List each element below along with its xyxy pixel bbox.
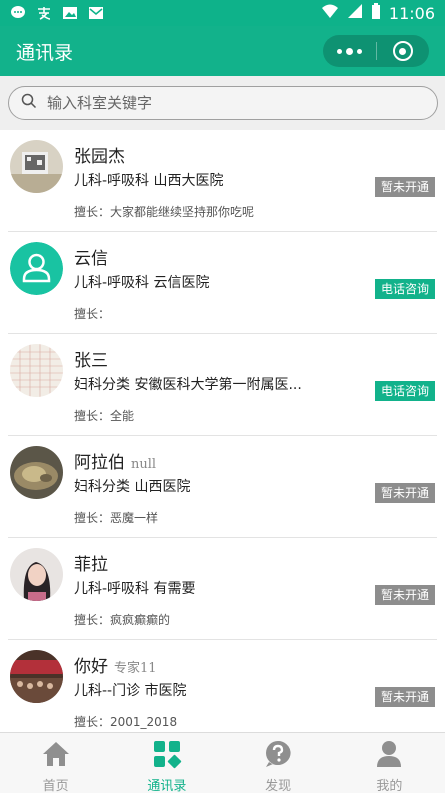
close-target-icon [392,41,413,61]
contact-name: 云信 [74,249,108,269]
search-input[interactable] [47,94,407,112]
avatar [10,140,63,193]
avatar [10,650,63,703]
contact-department: 妇科分类 安徽医科大学第一附属医... [74,377,302,393]
tab-label: 首页 [42,779,69,794]
phone-consult-button[interactable]: 电话咨询 [374,279,435,299]
contact-name: 你好 专家11 [74,657,157,677]
contact-name: 张园杰 [74,147,125,167]
battery-icon [371,3,381,23]
tab-discover[interactable]: 发现 [223,733,334,794]
search-icon [21,93,37,113]
phone-consult-button[interactable]: 电话咨询 [374,381,435,401]
tab-mine[interactable]: 我的 [334,733,445,794]
alipay-icon [36,5,52,21]
contact-name: 张三 [74,351,108,371]
contact-department: 妇科分类 山西医院 [74,479,191,495]
contact-expertise: 擅长：2001_2018 [74,715,178,729]
more-dots-icon [336,47,362,55]
contact-name: 阿拉伯 null [74,453,157,473]
contact-department: 儿科-呼吸科 山西大医院 [74,173,224,189]
status-badge[interactable]: 暂未开通 [374,687,435,707]
contact-department: 儿科-呼吸科 有需要 [74,581,196,597]
avatar [10,548,63,601]
contact-expertise: 擅长：大家都能继续坚持那你吃呢 [74,205,255,219]
list-item[interactable]: 云信 儿科-呼吸科 云信医院 擅长： 电话咨询 [8,232,437,334]
clock-time: 11:06 [388,3,435,23]
tab-home[interactable]: 首页 [0,733,111,794]
list-item[interactable]: 你好 专家11 儿科--门诊 市医院 擅长：2001_2018 暂未开通 [8,640,437,732]
contact-department: 儿科--门诊 市医院 [74,683,187,699]
status-badge[interactable]: 暂未开通 [374,177,435,197]
avatar [10,344,63,397]
image-icon [62,5,78,21]
page-title: 通讯录 [16,41,74,64]
nav-bar: 通讯录 [0,26,445,76]
wifi-icon [321,3,339,23]
user-icon [374,739,404,773]
contact-expertise: 擅长：恶魔一样 [74,511,159,525]
question-icon [263,739,293,773]
status-bar: 11:06 [0,0,445,26]
tab-label: 发现 [265,779,292,794]
contact-list: 张园杰 儿科-呼吸科 山西大医院 擅长：大家都能继续坚持那你吃呢 暂未开通 云信… [0,130,445,732]
contact-name-extra: 专家11 [114,661,157,676]
contact-expertise: 擅长：疯疯癫癫的 [74,613,171,627]
tab-contacts[interactable]: 通讯录 [111,733,222,794]
contact-expertise: 擅长：全能 [74,409,135,423]
tab-label: 通讯录 [147,779,187,794]
mail-icon [88,5,104,21]
bottom-tab-bar: 首页 通讯录 发现 我的 [0,732,445,794]
contact-name: 菲拉 [74,555,108,575]
chat-bubble-icon [10,5,26,21]
menu-capsule [323,35,429,67]
search-box[interactable] [8,86,438,120]
default-user-avatar-icon [10,242,63,295]
more-button[interactable] [323,35,376,67]
status-badge[interactable]: 暂未开通 [374,585,435,605]
list-item[interactable]: 菲拉 儿科-呼吸科 有需要 擅长：疯疯癫癫的 暂未开通 [8,538,437,640]
close-button[interactable] [377,35,430,67]
search-bar [0,76,445,130]
contact-name-extra: null [131,457,157,472]
status-badge[interactable]: 暂未开通 [374,483,435,503]
contact-expertise: 擅长： [74,307,111,321]
tab-label: 我的 [376,779,403,794]
avatar [10,446,63,499]
list-item[interactable]: 张三 妇科分类 安徽医科大学第一附属医... 擅长：全能 电话咨询 [8,334,437,436]
home-icon [41,739,71,773]
list-item[interactable]: 阿拉伯 null 妇科分类 山西医院 擅长：恶魔一样 暂未开通 [8,436,437,538]
contacts-grid-icon [152,739,182,773]
contact-department: 儿科-呼吸科 云信医院 [74,275,210,291]
list-item[interactable]: 张园杰 儿科-呼吸科 山西大医院 擅长：大家都能继续坚持那你吃呢 暂未开通 [8,130,437,232]
signal-icon [347,3,363,23]
